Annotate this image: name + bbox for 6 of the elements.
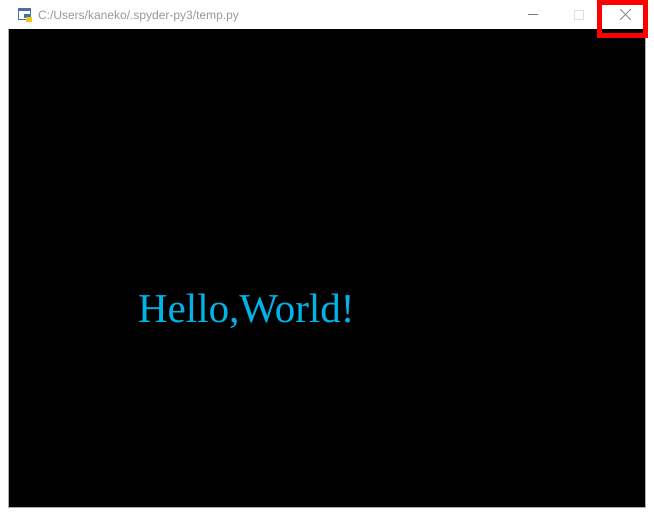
maximize-icon [574, 10, 584, 20]
minimize-icon [528, 14, 538, 15]
window-title: C:/Users/kaneko/.spyder-py3/temp.py [38, 6, 239, 24]
hello-text: Hello,World! [138, 288, 354, 329]
python-file-icon [18, 8, 32, 22]
close-icon [620, 9, 630, 20]
